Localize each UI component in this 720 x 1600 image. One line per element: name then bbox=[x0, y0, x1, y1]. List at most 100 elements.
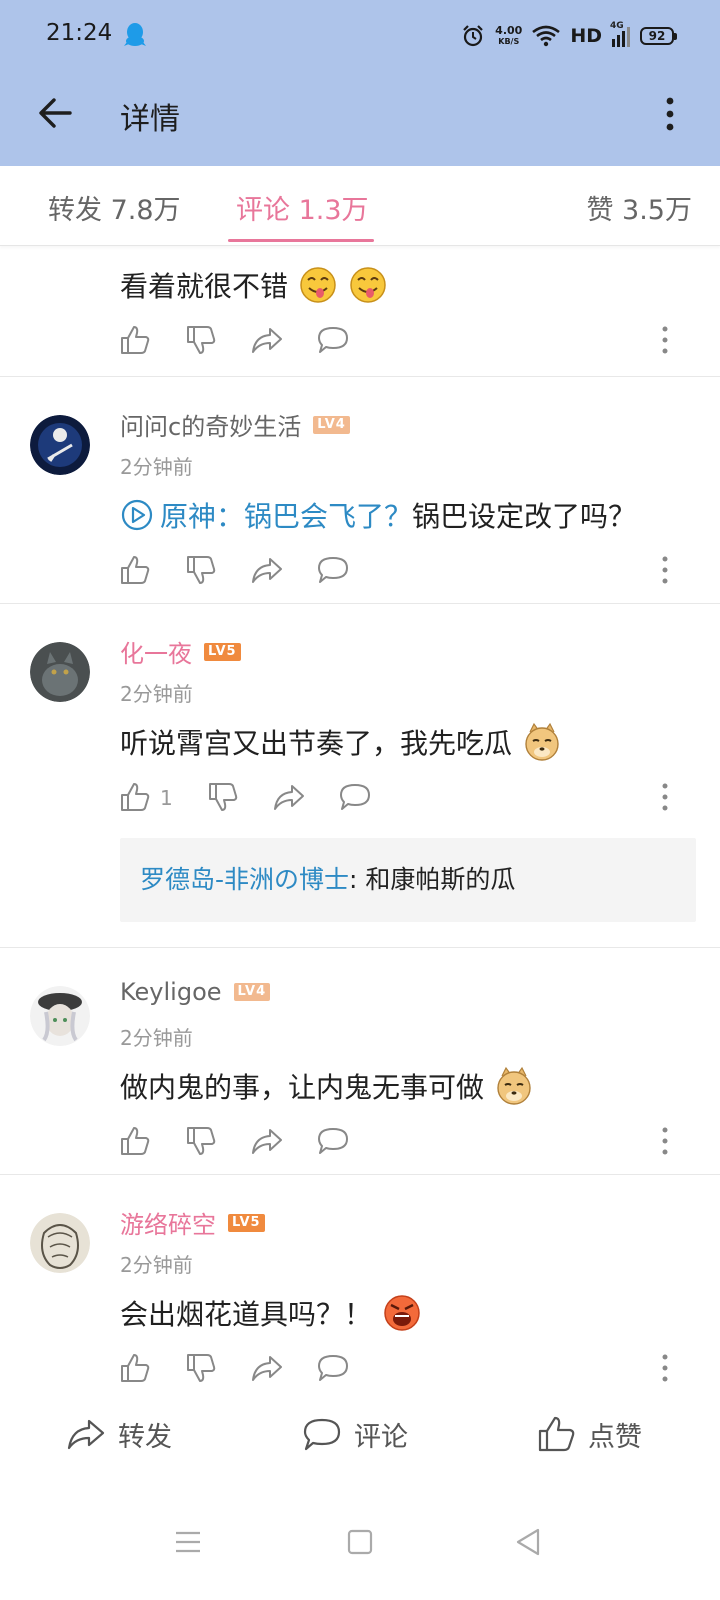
network-speed: 4.00 KB/S bbox=[495, 24, 523, 46]
avatar[interactable] bbox=[30, 642, 90, 702]
username-row: 问问c的奇妙生活 LV4 bbox=[120, 407, 350, 442]
back-triangle-icon[interactable] bbox=[508, 1522, 548, 1562]
share-icon[interactable] bbox=[272, 780, 306, 814]
page-title: 详情 bbox=[120, 102, 180, 137]
comment-list: 看着就很不错 问问c的奇妙生活 LV4 2分钟前 原神：锅巴会飞了？ 锅巴设定改… bbox=[0, 247, 720, 1405]
reply-preview[interactable]: 罗德岛-非洲の博士: 和康帕斯的瓜 bbox=[120, 838, 696, 922]
tab-comment[interactable]: 评论 1.3万 bbox=[236, 188, 369, 227]
dislike-icon[interactable] bbox=[206, 780, 240, 814]
share-icon[interactable] bbox=[250, 553, 284, 587]
comment-time: 2分钟前 bbox=[120, 682, 193, 706]
tab-forward[interactable]: 转发 7.8万 bbox=[48, 188, 181, 227]
reply-icon[interactable] bbox=[316, 1351, 350, 1385]
comment-more-icon[interactable] bbox=[660, 325, 670, 355]
comment-item: 问问c的奇妙生活 LV4 2分钟前 原神：锅巴会飞了？ 锅巴设定改了吗？ bbox=[0, 377, 720, 604]
comment-time: 2分钟前 bbox=[120, 455, 193, 479]
share-icon[interactable] bbox=[250, 1351, 284, 1385]
comment-item: Keyligoe LV4 2分钟前 做内鬼的事，让内鬼无事可做 bbox=[0, 948, 720, 1175]
home-icon[interactable] bbox=[340, 1522, 380, 1562]
comment-actions bbox=[118, 1124, 688, 1164]
comment-text: 看着就很不错 bbox=[120, 265, 388, 305]
like-icon[interactable] bbox=[118, 553, 152, 587]
comment-icon bbox=[303, 1418, 341, 1451]
app-bar: 详情 bbox=[0, 72, 720, 166]
share-icon[interactable] bbox=[250, 1124, 284, 1158]
wifi-icon bbox=[532, 25, 561, 47]
doge-emoji-icon bbox=[497, 1066, 531, 1105]
battery-indicator: 92 bbox=[640, 27, 677, 45]
avatar[interactable] bbox=[30, 1213, 90, 1273]
comment-button[interactable]: 评论 bbox=[302, 1414, 408, 1454]
reply-icon[interactable] bbox=[338, 780, 372, 814]
avatar[interactable] bbox=[30, 415, 90, 475]
doge-emoji-icon bbox=[525, 722, 559, 761]
level-badge: LV4 bbox=[233, 983, 271, 1001]
alarm-icon bbox=[463, 25, 483, 47]
like-icon[interactable] bbox=[118, 780, 152, 814]
reply-author[interactable]: 罗德岛-非洲の博士 bbox=[140, 865, 349, 894]
reply-icon[interactable] bbox=[316, 1124, 350, 1158]
username[interactable]: 问问c的奇妙生活 bbox=[120, 407, 301, 442]
dislike-icon[interactable] bbox=[184, 1351, 218, 1385]
more-options-icon[interactable] bbox=[660, 94, 680, 134]
comment-actions bbox=[118, 1351, 688, 1391]
username-row: Keyligoe LV4 bbox=[120, 978, 271, 1006]
comment-item: 游络碎空 LV5 2分钟前 会出烟花道具吗？！ bbox=[0, 1175, 720, 1405]
reply-text: 和康帕斯的瓜 bbox=[365, 865, 516, 894]
comment-time: 2分钟前 bbox=[120, 1026, 193, 1050]
avatar[interactable] bbox=[30, 986, 90, 1046]
menu-icon[interactable] bbox=[168, 1522, 208, 1562]
forward-button[interactable]: 转发 bbox=[66, 1414, 172, 1454]
bottom-action-bar: 转发 评论 点赞 bbox=[0, 1404, 720, 1468]
angry-emoji-icon bbox=[384, 1295, 420, 1331]
comment-text: 听说霄宫又出节奏了，我先吃瓜 bbox=[120, 722, 562, 762]
comment-item: 看着就很不错 bbox=[0, 247, 720, 377]
like-icon[interactable] bbox=[118, 1124, 152, 1158]
comment-more-icon[interactable] bbox=[660, 782, 670, 812]
username-row: 化一夜 LV5 bbox=[120, 634, 241, 669]
play-circle-icon bbox=[121, 499, 153, 531]
like-button[interactable]: 点赞 bbox=[536, 1414, 642, 1454]
level-badge: LV5 bbox=[228, 1213, 265, 1232]
dislike-icon[interactable] bbox=[184, 323, 218, 357]
detail-tabs: 转发 7.8万 评论 1.3万 赞 3.5万 bbox=[0, 166, 720, 246]
like-count: 1 bbox=[160, 786, 173, 810]
comment-time: 2分钟前 bbox=[120, 1253, 193, 1277]
comment-actions: 1 bbox=[118, 780, 688, 820]
share-icon bbox=[67, 1419, 105, 1450]
video-link[interactable]: 原神：锅巴会飞了？ bbox=[120, 495, 412, 535]
avatar-image bbox=[30, 415, 90, 475]
signal-icon: 4G bbox=[610, 21, 630, 47]
avatar-image bbox=[30, 986, 90, 1046]
status-time: 21:24 bbox=[46, 20, 113, 46]
comment-more-icon[interactable] bbox=[660, 555, 670, 585]
reply-icon[interactable] bbox=[316, 323, 350, 357]
comment-actions bbox=[118, 553, 688, 593]
back-arrow-icon[interactable] bbox=[32, 90, 78, 136]
avatar-image bbox=[30, 642, 90, 702]
level-badge: LV5 bbox=[204, 642, 241, 661]
username[interactable]: 游络碎空 bbox=[120, 1205, 216, 1240]
system-nav-bar bbox=[0, 1490, 720, 1600]
like-icon[interactable] bbox=[118, 1351, 152, 1385]
reply-icon[interactable] bbox=[316, 553, 350, 587]
username[interactable]: Keyligoe bbox=[120, 978, 222, 1006]
tongue-emoji-icon bbox=[300, 267, 336, 303]
comment-actions bbox=[118, 323, 688, 363]
dislike-icon[interactable] bbox=[184, 1124, 218, 1158]
share-icon[interactable] bbox=[250, 323, 284, 357]
comment-text: 会出烟花道具吗？！ bbox=[120, 1293, 422, 1333]
username-row: 游络碎空 LV5 bbox=[120, 1205, 265, 1240]
dislike-icon[interactable] bbox=[184, 553, 218, 587]
comment-more-icon[interactable] bbox=[660, 1126, 670, 1156]
tab-like[interactable]: 赞 3.5万 bbox=[586, 188, 692, 227]
comment-text: 原神：锅巴会飞了？ 锅巴设定改了吗？ bbox=[120, 495, 636, 535]
comment-more-icon[interactable] bbox=[660, 1353, 670, 1383]
comment-item: 化一夜 LV5 2分钟前 听说霄宫又出节奏了，我先吃瓜 1 罗德岛-非洲の博士:… bbox=[0, 604, 720, 948]
avatar-image bbox=[30, 1213, 90, 1273]
hd-indicator: HD bbox=[570, 25, 602, 47]
tongue-emoji-icon bbox=[350, 267, 386, 303]
like-icon[interactable] bbox=[118, 323, 152, 357]
username[interactable]: 化一夜 bbox=[120, 634, 192, 669]
level-badge: LV4 bbox=[313, 415, 350, 434]
